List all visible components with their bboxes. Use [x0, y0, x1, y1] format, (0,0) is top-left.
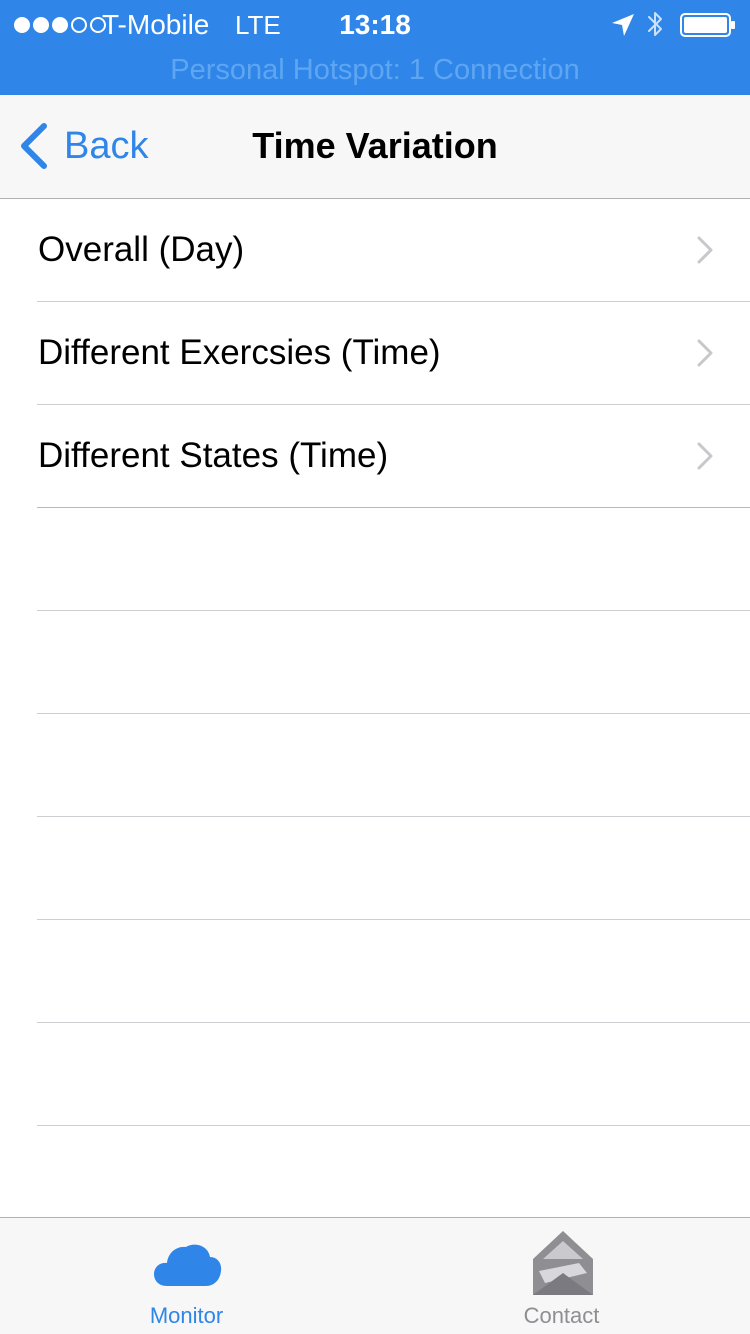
battery-icon [680, 13, 735, 37]
status-row: T-Mobile LTE 13:18 [0, 0, 750, 50]
envelope-icon [532, 1231, 593, 1295]
status-bar: T-Mobile LTE 13:18 Personal Hotspot: 1 C… [0, 0, 750, 95]
row-label: Different States (Time) [38, 436, 389, 475]
tab-label: Monitor [149, 1303, 224, 1328]
table-row-different-exercises[interactable]: Different Exercsies (Time) [0, 302, 750, 405]
row-label: Different Exercsies (Time) [38, 333, 441, 372]
empty-row [0, 1023, 750, 1126]
bluetooth-icon [648, 12, 662, 36]
location-arrow-icon [612, 14, 634, 36]
tab-contact[interactable]: Contact [375, 1218, 750, 1334]
empty-row [0, 1126, 750, 1229]
tab-monitor[interactable]: Monitor [0, 1218, 375, 1334]
status-time: 13:18 [339, 9, 411, 40]
chevron-right-icon [697, 442, 713, 470]
tab-bar: Monitor Contact [0, 1217, 750, 1334]
navigation-bar: Back Time Variation [0, 95, 750, 199]
page-title: Time Variation [252, 125, 498, 166]
empty-row [0, 508, 750, 611]
empty-row [0, 611, 750, 714]
chevron-right-icon [697, 339, 713, 367]
chevron-right-icon [697, 236, 713, 264]
table-row-different-states[interactable]: Different States (Time) [0, 405, 750, 508]
app-screen: T-Mobile LTE 13:18 Personal Hotspot: 1 C… [0, 0, 750, 1334]
hotspot-banner[interactable]: Personal Hotspot: 1 Connection [0, 50, 750, 90]
table-row-overall-day[interactable]: Overall (Day) [0, 199, 750, 302]
empty-row [0, 817, 750, 920]
tab-label: Contact [523, 1303, 600, 1328]
empty-row [0, 714, 750, 817]
row-label: Overall (Day) [38, 230, 245, 269]
cloud-icon [153, 1244, 221, 1286]
empty-row [0, 920, 750, 1023]
table-view: Overall (Day) Different Exercsies (Time)… [0, 199, 750, 1229]
